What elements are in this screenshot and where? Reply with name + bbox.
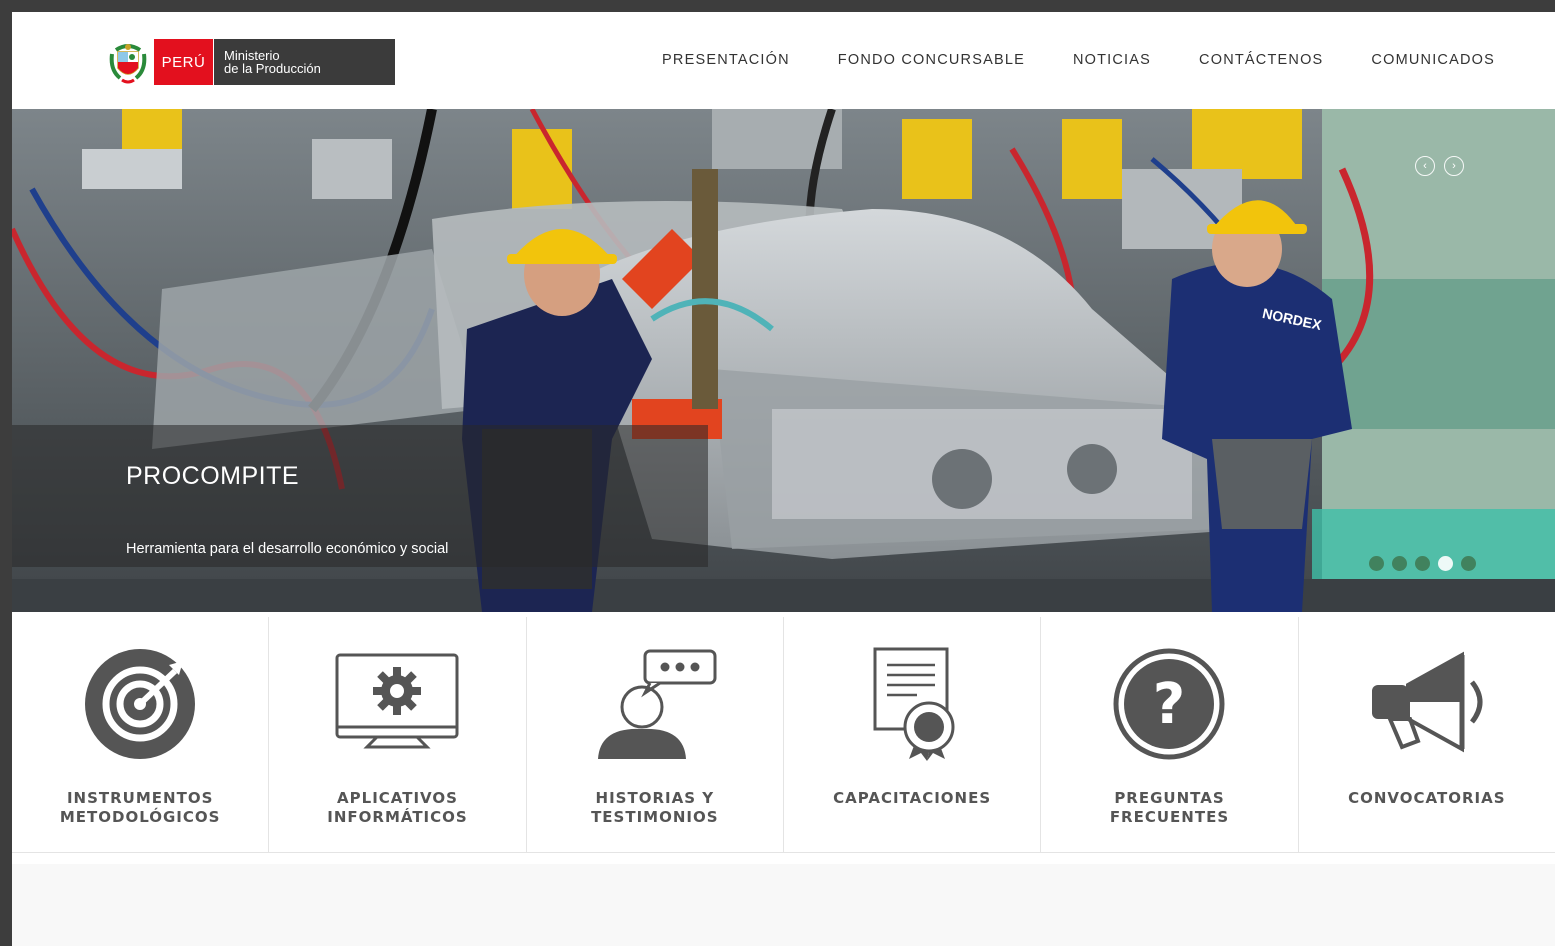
feature-label-line1: INSTRUMENTOS [66,789,214,807]
certificate-icon [873,647,955,761]
slider-pagination [1369,556,1476,571]
feature-label-line1: APLICATIVOS [337,789,458,807]
monitor-gear-icon [335,653,459,749]
feature-label-line2: METODOLÓGICOS [59,808,221,826]
feature-label-line2: FRECUENTES [1109,808,1230,826]
feature-instrumentos[interactable]: INSTRUMENTOS METODOLÓGICOS [12,617,270,852]
slide-dot-4[interactable] [1438,556,1453,571]
nav-contactenos[interactable]: CONTÁCTENOS [1199,52,1323,68]
slider-arrows: ‹ › [1415,156,1464,176]
feature-label: CONVOCATORIAS [1299,789,1555,808]
feature-label-line1: CONVOCATORIAS [1348,789,1506,807]
main-nav: PRESENTACIÓN FONDO CONCURSABLE NOTICIAS … [662,52,1495,68]
feature-tiles: INSTRUMENTOS METODOLÓGICOS APLICATIVOS I… [12,617,1555,853]
feature-label: PREGUNTAS FRECUENTES [1041,789,1297,827]
content-area [12,864,1555,946]
slide-dot-5[interactable] [1461,556,1476,571]
hero-slider[interactable]: NORDEX PROCOMPITE Herramienta para el de… [12,109,1555,612]
feature-capacitaciones[interactable]: CAPACITACIONES [784,617,1042,852]
chevron-left-circle-icon[interactable]: ‹ [1415,156,1435,176]
feature-historias[interactable]: HISTORIAS Y TESTIMONIOS [527,617,784,852]
ministry-logo[interactable]: PERÚ Ministerio de la Producción [108,39,395,85]
target-icon [85,649,196,759]
logo-country: PERÚ [154,39,213,85]
nav-comunicados[interactable]: COMUNICADOS [1371,52,1495,68]
question-circle-icon: ? [1113,648,1225,760]
slide-dot-3[interactable] [1415,556,1430,571]
svg-text:?: ? [1153,672,1185,737]
feature-convocatorias[interactable]: CONVOCATORIAS [1299,617,1555,852]
megaphone-icon [1371,651,1483,753]
hero-title: PROCOMPITE [126,462,300,490]
hero-caption: PROCOMPITE Herramienta para el desarroll… [12,425,708,567]
person-speech-bubble-icon [597,649,717,759]
feature-aplicativos[interactable]: APLICATIVOS INFORMÁTICOS [269,617,527,852]
chevron-right-circle-icon[interactable]: › [1444,156,1464,176]
feature-label-line2: INFORMÁTICOS [327,808,468,826]
peru-coat-of-arms-icon [109,44,147,84]
feature-label: CAPACITACIONES [784,789,1040,808]
feature-label-line1: HISTORIAS Y [595,789,715,807]
nav-noticias[interactable]: NOTICIAS [1073,52,1151,68]
page-frame: PERÚ Ministerio de la Producción PRESENT… [12,12,1555,946]
nav-presentacion[interactable]: PRESENTACIÓN [662,52,790,68]
feature-preguntas[interactable]: ? PREGUNTAS FRECUENTES [1041,617,1299,852]
nav-fondo-concursable[interactable]: FONDO CONCURSABLE [838,52,1025,68]
feature-label-line1: PREGUNTAS [1114,789,1225,807]
feature-label-line1: CAPACITACIONES [833,789,992,807]
slide-dot-2[interactable] [1392,556,1407,571]
feature-label: APLICATIVOS INFORMÁTICOS [269,789,525,827]
site-header: PERÚ Ministerio de la Producción PRESENT… [12,12,1555,109]
feature-label: HISTORIAS Y TESTIMONIOS [527,789,783,827]
logo-ministry-line2: de la Producción [224,61,321,76]
feature-label: INSTRUMENTOS METODOLÓGICOS [12,789,268,827]
hero-subtitle: Herramienta para el desarrollo económico… [126,541,449,557]
slide-dot-1[interactable] [1369,556,1384,571]
feature-label-line2: TESTIMONIOS [591,808,719,826]
logo-ministry: Ministerio de la Producción [213,39,395,85]
